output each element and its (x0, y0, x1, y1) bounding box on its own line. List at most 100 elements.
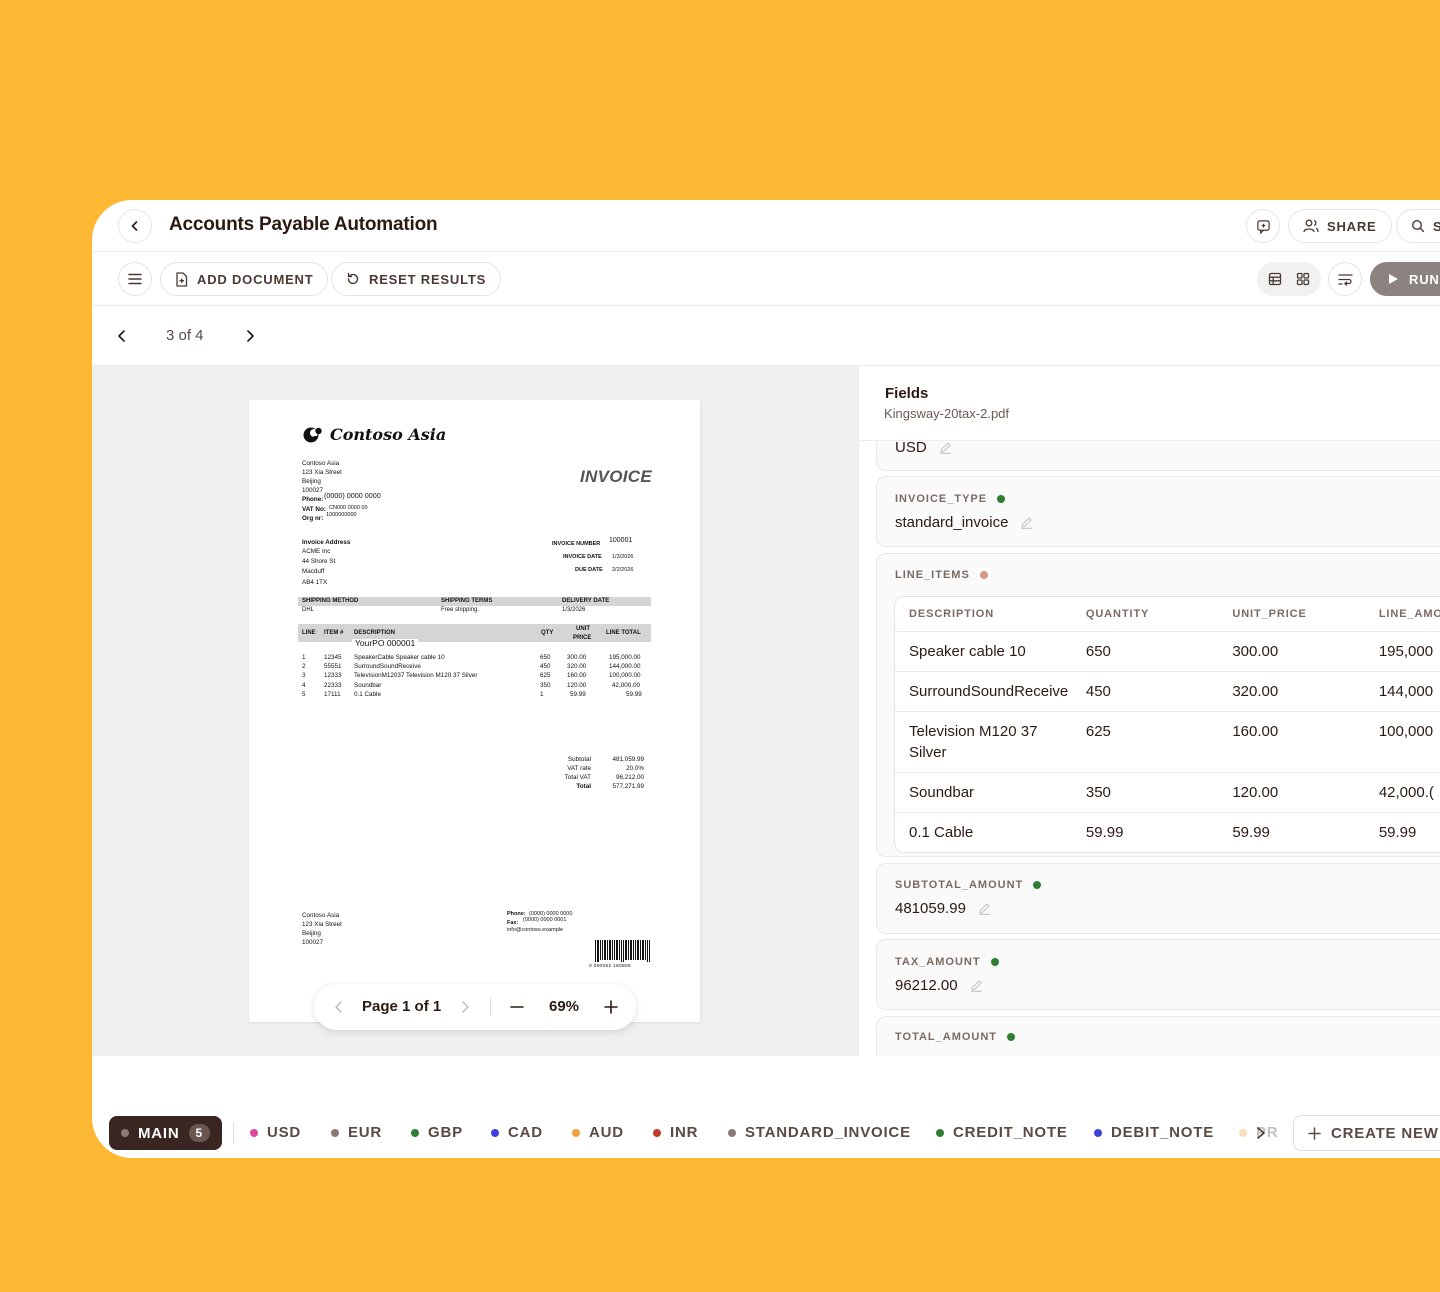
status-dot (997, 495, 1006, 503)
menu-button[interactable] (118, 262, 152, 296)
tag-standard-invoice[interactable]: STANDARD_INVOICE (728, 1124, 911, 1141)
footer-fax: (0000) 0000 0001 (523, 917, 567, 923)
item-no: 17111 (324, 691, 341, 698)
document-counter: 3 of 4 (166, 327, 204, 344)
item-qty: 450 (540, 663, 551, 670)
users-icon (1303, 219, 1319, 233)
line-no: 3 (302, 672, 306, 679)
app-window: Accounts Payable Automation SHARE S ADD … (92, 200, 1440, 1158)
back-button[interactable] (118, 209, 152, 243)
tag-dot (572, 1128, 580, 1137)
tag-eur[interactable]: EUR (331, 1124, 382, 1141)
search-icon (1411, 219, 1425, 233)
next-document-icon[interactable] (240, 326, 260, 346)
create-new-button[interactable]: CREATE NEW (1293, 1115, 1440, 1151)
table-row[interactable]: Soundbar 350 120.00 42,000.( (895, 773, 1440, 813)
invoice-date-label: INVOICE DATE (563, 554, 602, 560)
share-button[interactable]: SHARE (1288, 209, 1392, 243)
item-qty: 625 (540, 672, 551, 679)
status-dot (121, 1129, 129, 1137)
item-no: 12333 (324, 672, 342, 679)
add-document-button[interactable]: ADD DOCUMENT (160, 262, 329, 296)
invoice-date: 1/3/2026 (612, 554, 634, 560)
view-toggle (1257, 262, 1321, 296)
tab-main[interactable]: MAIN 5 (109, 1116, 223, 1150)
table-row[interactable]: 0.1 Cable 59.99 59.99 59.99 (895, 813, 1440, 852)
address-line: ACME Inc (302, 548, 331, 555)
edit-icon[interactable] (1020, 516, 1033, 529)
cell-unit-price: 59.99 (1232, 824, 1270, 841)
currency-field-value[interactable]: USD (895, 439, 952, 456)
invoice-type-label: INVOICE_TYPE (895, 493, 1006, 505)
cell-quantity: 625 (1085, 723, 1111, 740)
invoice-type-field-card: INVOICE_TYPE standard_invoice (876, 476, 1440, 547)
grid-view-icon[interactable] (1296, 272, 1310, 286)
item-price: 300.00 (567, 654, 587, 661)
total-label-text: TOTAL_AMOUNT (895, 1031, 998, 1043)
cell-quantity: 450 (1085, 683, 1111, 700)
invoice-type-value[interactable]: standard_invoice (895, 514, 1033, 531)
tag-label: CAD (508, 1124, 543, 1141)
sender-line: 123 Xia Street (302, 469, 342, 476)
tag-dot (1094, 1128, 1102, 1137)
status-dot (979, 571, 988, 579)
subtotal-amount-value[interactable]: 481059.99 (895, 900, 991, 917)
table-row[interactable]: Speaker cable 10 650 300.00 195,000 (895, 632, 1440, 672)
wrap-text-button[interactable] (1328, 262, 1362, 296)
tag-inr[interactable]: INR (653, 1124, 698, 1141)
share-label: SHARE (1327, 218, 1377, 234)
item-price: 160.00 (567, 672, 587, 679)
zoom-out-icon[interactable] (510, 1000, 524, 1014)
reset-results-label: RESET RESULTS (369, 271, 487, 287)
tag-cad[interactable]: CAD (491, 1124, 543, 1141)
col-unit: UNIT (576, 626, 590, 632)
line-items-header-bar (298, 624, 651, 642)
tax-amount-value[interactable]: 96212.00 (895, 977, 983, 994)
tag-dot (653, 1128, 661, 1137)
previous-page-icon[interactable] (332, 999, 346, 1015)
item-total: 42,000.00 (612, 682, 641, 689)
tag-debit-note[interactable]: DEBIT_NOTE (1094, 1124, 1214, 1141)
tab-count-badge: 5 (188, 1124, 211, 1142)
column-header: DESCRIPTION (909, 608, 995, 620)
edit-icon[interactable] (970, 979, 983, 992)
shipping-method: DHL (302, 607, 315, 613)
run-button[interactable]: RUN (1370, 262, 1440, 296)
table-view-icon[interactable] (1268, 272, 1282, 286)
add-document-label: ADD DOCUMENT (197, 271, 314, 287)
cell-unit-price: 300.00 (1232, 643, 1279, 660)
play-icon (1389, 274, 1398, 284)
col-line-total: LINE TOTAL (606, 630, 641, 636)
previous-document-icon[interactable] (112, 326, 132, 346)
item-no: 55551 (324, 663, 342, 670)
zoom-level: 69% (549, 998, 580, 1015)
next-page-icon[interactable] (458, 999, 472, 1015)
tag-tabs-bar: MAIN 5 USD EUR GBP CAD AUD INR STANDARD_… (92, 1108, 1440, 1158)
tag-dot (936, 1128, 944, 1137)
phone-label: Phone: (302, 496, 324, 503)
org-value: 1000000000 (326, 512, 357, 518)
feedback-button[interactable] (1246, 209, 1280, 243)
footer-line: Contoso Asia (302, 912, 340, 919)
item-no: 12345 (324, 654, 342, 661)
item-total: 195,000.00 (609, 654, 641, 661)
table-row[interactable]: SurroundSoundReceive 450 320.00 144,000 (895, 672, 1440, 712)
plus-icon (1308, 1126, 1321, 1140)
search-button[interactable]: S (1396, 209, 1440, 243)
reset-results-button[interactable]: RESET RESULTS (331, 262, 502, 296)
tag-dot (411, 1128, 419, 1137)
address-title: Invoice Address (302, 539, 351, 546)
edit-icon[interactable] (939, 441, 952, 454)
edit-icon[interactable] (978, 902, 991, 915)
footer-line: 100027 (302, 939, 324, 946)
tag-usd[interactable]: USD (250, 1124, 301, 1141)
tag-aud[interactable]: AUD (572, 1124, 624, 1141)
table-row[interactable]: Television M120 37 Silver 625 160.00 100… (895, 712, 1440, 773)
tag-gbp[interactable]: GBP (411, 1124, 463, 1141)
cell-quantity: 59.99 (1085, 824, 1124, 841)
zoom-in-icon[interactable] (604, 1000, 618, 1014)
column-header: UNIT_PRICE (1232, 608, 1307, 620)
scroll-right-icon[interactable] (1256, 1126, 1266, 1140)
reset-icon (347, 272, 359, 285)
tag-credit-note[interactable]: CREDIT_NOTE (936, 1124, 1068, 1141)
